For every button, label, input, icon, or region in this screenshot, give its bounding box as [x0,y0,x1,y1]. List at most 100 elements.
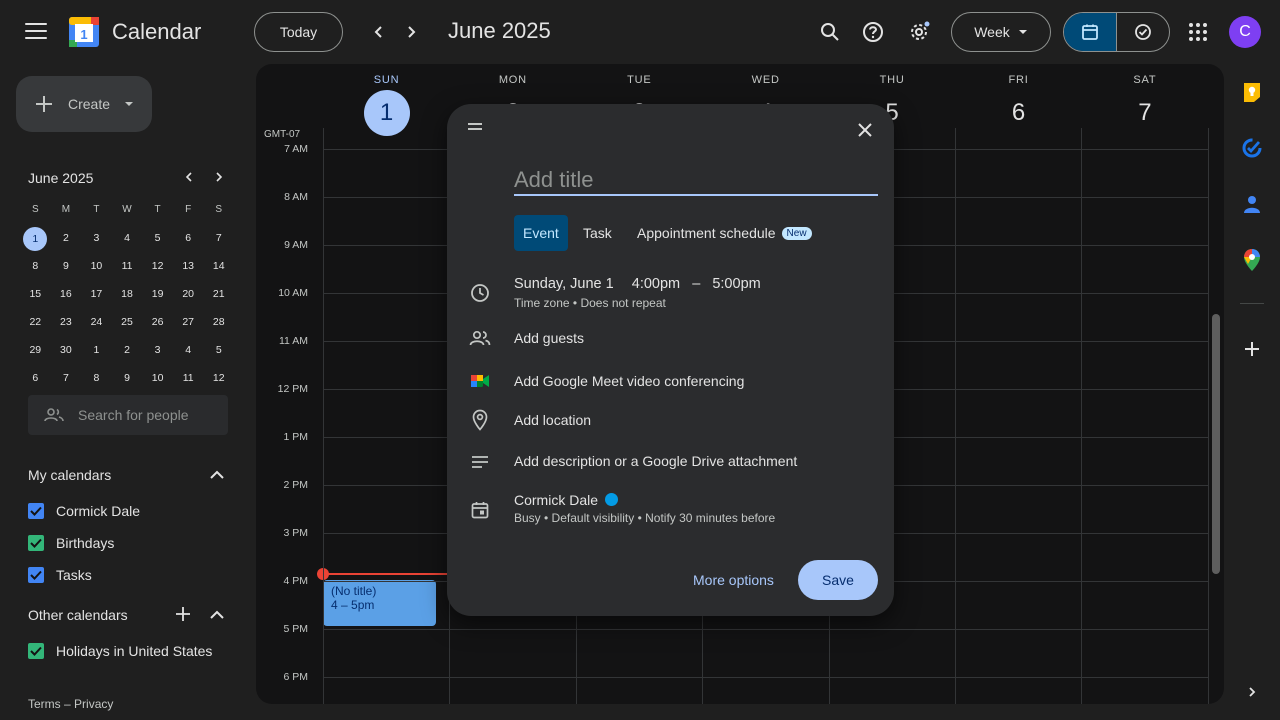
mini-calendar-day[interactable]: 25 [112,311,143,333]
account-avatar[interactable]: C [1229,16,1261,48]
mini-calendar-day[interactable]: 12 [142,255,173,277]
event-date[interactable]: Sunday, June 1 [514,276,614,292]
terms-link[interactable]: Terms [28,697,61,711]
google-apps-button[interactable] [1184,18,1212,46]
event-datetime[interactable]: Sunday, June 1 4:00pm – 5:00pm [514,276,761,292]
maps-app-button[interactable] [1240,248,1264,272]
save-button[interactable]: Save [798,560,878,600]
mini-calendar-day[interactable]: 21 [203,283,234,305]
mini-calendar-day[interactable]: 16 [51,283,82,305]
add-other-calendar-button[interactable] [175,606,191,627]
day-number[interactable]: 7 [1081,90,1208,136]
show-side-panel-button[interactable] [1240,680,1264,704]
help-button[interactable] [859,18,887,46]
mini-calendar-day[interactable]: 15 [20,283,51,305]
mini-calendar-day[interactable]: 10 [81,255,112,277]
event-title-input[interactable] [514,166,878,196]
day-number[interactable]: 1 [323,90,450,136]
mini-calendar-day[interactable]: 11 [173,367,204,389]
mini-calendar-day[interactable]: 2 [51,227,82,249]
privacy-link[interactable]: Privacy [74,697,113,711]
search-people-field[interactable]: Search for people [28,395,228,435]
mini-calendar-day[interactable]: 1 [81,339,112,361]
mini-calendar-day[interactable]: 8 [20,255,51,277]
mini-calendar-day[interactable]: 18 [112,283,143,305]
search-button[interactable] [816,18,844,46]
mini-calendar-day[interactable]: 22 [20,311,51,333]
event-end-time[interactable]: 5:00pm [712,276,760,292]
tab-event[interactable]: Event [514,215,568,251]
calendar-checkbox[interactable] [28,567,44,583]
mini-calendar-day[interactable]: 7 [51,367,82,389]
day-header[interactable]: SUN 1 [323,74,450,136]
mini-calendar-day[interactable]: 7 [203,227,234,249]
day-number[interactable]: 6 [955,90,1082,136]
today-button[interactable]: Today [254,12,343,52]
collapse-my-calendars-button[interactable] [209,468,225,486]
mini-calendar-day[interactable]: 6 [173,227,204,249]
calendar-logo-icon[interactable]: 1 [68,16,100,48]
calendar-checkbox[interactable] [28,643,44,659]
mini-calendar-next-button[interactable] [210,168,228,186]
mini-calendar-day[interactable]: 13 [173,255,204,277]
mini-calendar-day[interactable]: 29 [20,339,51,361]
event-calendar-selector[interactable]: Cormick Dale [514,492,619,508]
day-header[interactable]: FRI 6 [955,74,1082,136]
grid-scrollbar[interactable] [1212,314,1220,574]
add-location-button[interactable]: Add location [514,412,591,428]
timezone-link[interactable]: Time zone [514,296,570,310]
mini-calendar-day[interactable]: 9 [51,255,82,277]
contacts-app-button[interactable] [1240,192,1264,216]
day-header[interactable]: SAT 7 [1081,74,1208,136]
mini-calendar-day[interactable]: 9 [112,367,143,389]
calendar-checkbox[interactable] [28,535,44,551]
mini-calendar-day[interactable]: 27 [173,311,204,333]
mini-calendar-day[interactable]: 11 [112,255,143,277]
event-calendar-details[interactable]: Busy • Default visibility • Notify 30 mi… [514,511,775,525]
calendar-checkbox[interactable] [28,503,44,519]
calendar-item[interactable]: Cormick Dale [28,503,140,519]
previous-week-button[interactable] [367,20,391,44]
calendar-item[interactable]: Tasks [28,567,92,583]
mini-calendar-day[interactable]: 6 [20,367,51,389]
mini-calendar-day[interactable]: 3 [81,227,112,249]
mini-calendar-day[interactable]: 28 [203,311,234,333]
mini-calendar-day[interactable]: 30 [51,339,82,361]
more-options-button[interactable]: More options [685,560,782,600]
event-start-time[interactable]: 4:00pm [632,276,680,292]
mini-calendar-day[interactable]: 2 [112,339,143,361]
mini-calendar-day[interactable]: 4 [173,339,204,361]
repeat-setting[interactable]: Does not repeat [580,296,665,310]
mini-calendar-day[interactable]: 17 [81,283,112,305]
calendar-view-button[interactable] [1064,13,1116,51]
mini-calendar-day[interactable]: 3 [142,339,173,361]
view-selector-dropdown[interactable]: Week [951,12,1051,52]
close-dialog-button[interactable] [853,118,877,142]
settings-button[interactable] [905,18,933,46]
mini-calendar-day-selected[interactable]: 1 [20,227,51,251]
mini-calendar-day[interactable]: 14 [203,255,234,277]
mini-calendar-day[interactable]: 23 [51,311,82,333]
collapse-other-calendars-button[interactable] [209,608,225,626]
drag-handle-icon[interactable] [468,123,482,133]
tab-appointment-schedule[interactable]: Appointment schedule New [637,215,812,251]
mini-calendar-day[interactable]: 24 [81,311,112,333]
mini-calendar-prev-button[interactable] [180,168,198,186]
mini-calendar-day[interactable]: 8 [81,367,112,389]
add-description-button[interactable]: Add description or a Google Drive attach… [514,453,797,469]
calendar-item[interactable]: Holidays in United States [28,643,212,659]
get-addons-button[interactable] [1240,337,1264,361]
mini-calendar-day[interactable]: 4 [112,227,143,249]
mini-calendar-day[interactable]: 5 [203,339,234,361]
mini-calendar-day[interactable]: 12 [203,367,234,389]
event-chip[interactable]: (No title) 4 – 5pm [323,580,436,626]
tab-task[interactable]: Task [583,215,612,251]
keep-app-button[interactable] [1240,80,1264,104]
mini-calendar-day[interactable]: 5 [142,227,173,249]
my-calendars-heading[interactable]: My calendars [28,467,111,483]
add-google-meet-button[interactable]: Add Google Meet video conferencing [514,373,744,389]
mini-calendar-day[interactable]: 10 [142,367,173,389]
mini-calendar-day[interactable]: 26 [142,311,173,333]
mini-calendar-day[interactable]: 19 [142,283,173,305]
main-menu-button[interactable] [24,23,48,41]
